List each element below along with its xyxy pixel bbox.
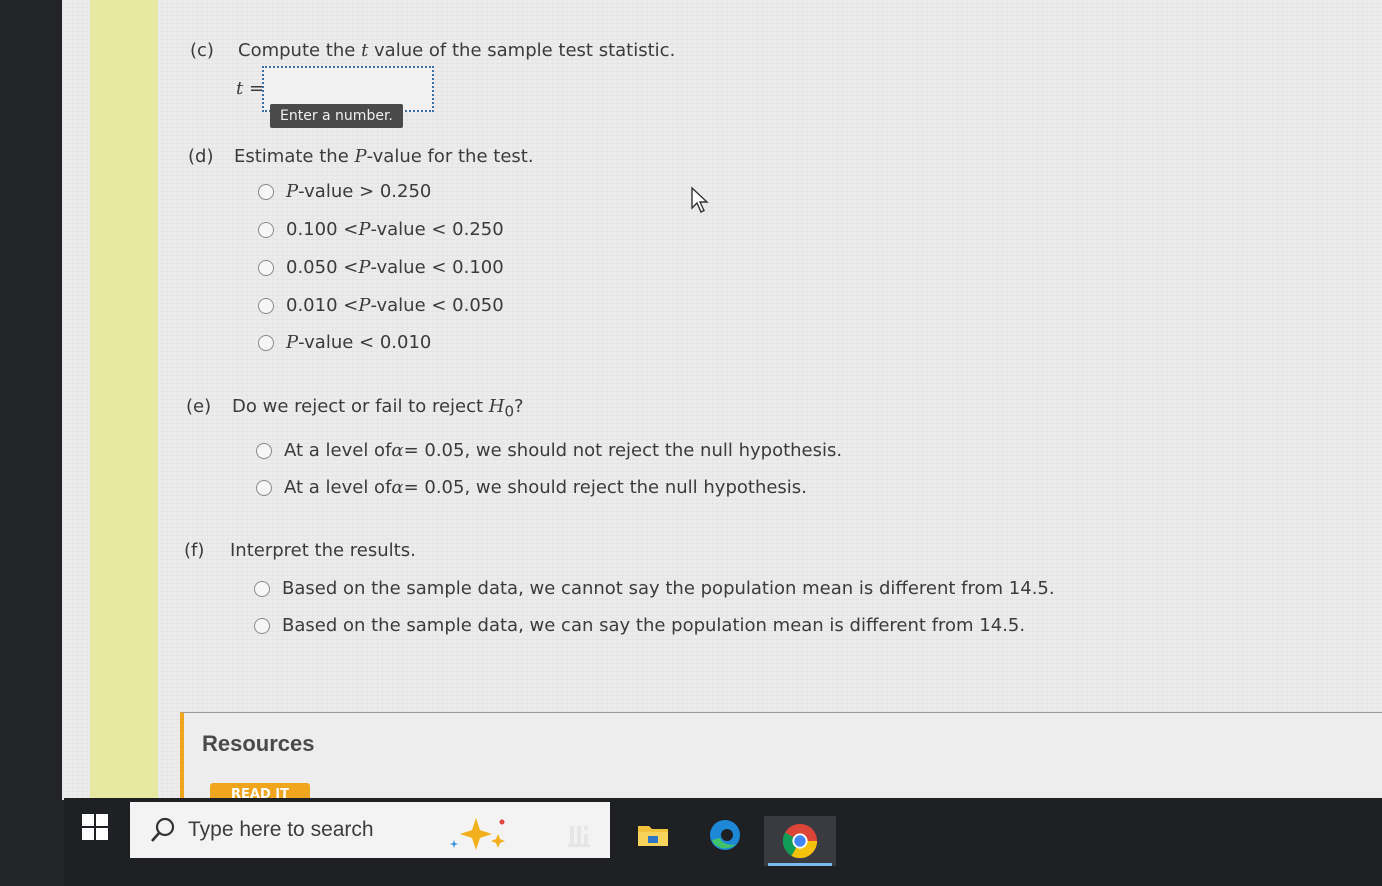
reject-option-1[interactable]: At a level of α = 0.05, we should not re…	[256, 440, 842, 461]
windows-start-icon[interactable]	[82, 814, 110, 842]
option-var: P	[358, 295, 371, 316]
option-text-post: -value < 0.010	[298, 332, 432, 353]
option-text: Based on the sample data, we cannot say …	[282, 578, 1055, 599]
question-d-text-pre: Estimate the	[234, 146, 355, 167]
option-text: Based on the sample data, we can say the…	[282, 615, 1026, 636]
option-text-pre: At a level of	[284, 440, 392, 461]
chrome-taskbar-button[interactable]	[764, 816, 836, 866]
question-d-text-post: -value for the test.	[366, 146, 534, 167]
input-tooltip: Enter a number.	[270, 104, 403, 128]
windows-taskbar: Type here to search	[64, 798, 1382, 886]
p-value-option-3[interactable]: 0.050 < P -value < 0.100	[258, 257, 504, 278]
question-c-text-post: value of the sample test statistic.	[368, 40, 676, 61]
option-text-pre: 0.050 <	[286, 257, 359, 278]
option-var: P	[286, 332, 299, 353]
option-var: P	[358, 257, 371, 278]
question-e-text: Do we reject or fail to reject H0?	[232, 396, 524, 421]
radio-button[interactable]	[254, 580, 270, 597]
option-var: α	[391, 477, 404, 498]
resources-panel: Resources READ IT	[180, 712, 1382, 807]
p-value-option-1[interactable]: P -value > 0.250	[258, 181, 431, 202]
option-text-post: = 0.05, we should reject the null hypoth…	[403, 477, 807, 498]
option-var: P	[358, 219, 371, 240]
question-e-label: (e)	[186, 396, 212, 417]
question-d-var: P	[354, 146, 367, 167]
edge-icon[interactable]	[708, 818, 742, 852]
task-view-icon[interactable]	[564, 818, 598, 852]
interpret-option-2[interactable]: Based on the sample data, we can say the…	[254, 615, 1025, 636]
p-value-option-5[interactable]: P -value < 0.010	[258, 332, 431, 353]
option-text-pre: 0.010 <	[286, 295, 359, 316]
question-d-text: Estimate the P-value for the test.	[234, 146, 534, 167]
question-c-label: (c)	[190, 40, 214, 61]
radio-button[interactable]	[254, 617, 270, 634]
option-text-pre: 0.100 <	[286, 219, 359, 240]
taskbar-search-box[interactable]: Type here to search	[130, 802, 610, 858]
side-band	[90, 0, 158, 800]
question-f-text: Interpret the results.	[230, 540, 416, 561]
t-variable: t	[236, 78, 244, 99]
p-value-option-2[interactable]: 0.100 < P -value < 0.250	[258, 219, 504, 240]
option-text-post: = 0.05, we should not reject the null hy…	[403, 440, 843, 461]
option-text-post: -value < 0.100	[370, 257, 504, 278]
question-c-text-pre: Compute the	[238, 40, 362, 61]
option-text-post: -value > 0.250	[298, 181, 432, 202]
question-content: (c) Compute the t value of the sample te…	[158, 0, 1382, 807]
resources-title: Resources	[202, 731, 315, 756]
mouse-cursor-icon	[691, 186, 709, 213]
search-icon	[151, 817, 175, 842]
file-explorer-icon[interactable]	[636, 818, 670, 852]
radio-button[interactable]	[256, 442, 272, 459]
monitor-bezel	[0, 0, 64, 886]
radio-button[interactable]	[258, 334, 274, 351]
question-d-label: (d)	[188, 146, 214, 167]
option-var: α	[391, 440, 404, 461]
question-f-label: (f)	[184, 540, 205, 561]
option-text-post: -value < 0.250	[370, 219, 504, 240]
radio-button[interactable]	[258, 183, 274, 200]
chrome-icon	[782, 823, 818, 859]
radio-button[interactable]	[258, 221, 274, 238]
question-c-text: Compute the t value of the sample test s…	[238, 40, 675, 61]
radio-button[interactable]	[258, 297, 274, 314]
search-placeholder: Type here to search	[188, 818, 374, 841]
option-text-post: -value < 0.050	[370, 295, 504, 316]
radio-button[interactable]	[256, 479, 272, 496]
reject-option-2[interactable]: At a level of α = 0.05, we should reject…	[256, 477, 807, 498]
question-e-subscript: 0	[504, 402, 515, 421]
question-e-var: H	[488, 396, 505, 417]
t-equals-label: t =	[236, 78, 264, 99]
search-highlight-sparkle-icon	[450, 818, 505, 850]
interpret-option-1[interactable]: Based on the sample data, we cannot say …	[254, 578, 1055, 599]
option-text-pre: At a level of	[284, 477, 392, 498]
question-e-text-pre: Do we reject or fail to reject	[232, 396, 489, 417]
p-value-option-4[interactable]: 0.010 < P -value < 0.050	[258, 295, 504, 316]
radio-button[interactable]	[258, 259, 274, 276]
question-e-text-post: ?	[514, 396, 524, 417]
option-var: P	[286, 181, 299, 202]
